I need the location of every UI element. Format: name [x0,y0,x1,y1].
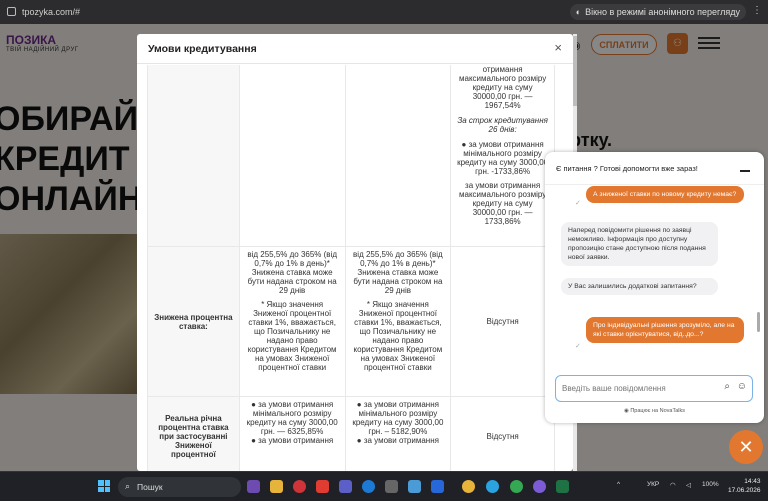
table-cell [147,65,240,247]
table-cell: отримання максимального розміру кредиту … [450,65,555,247]
dropbox-icon[interactable] [431,480,444,493]
cell-text: за умови отримання максимального розміру… [459,181,547,226]
chat-message: Про індивідуальні рішення зрозуміло, але… [586,317,744,343]
tray-chevron-icon[interactable]: ^ [617,481,620,488]
read-check-icon: ✓ [575,343,581,350]
browser-menu-icon[interactable]: ⋮ [752,5,762,16]
close-icon: ✕ [738,436,754,457]
scrollbar-thumb[interactable] [573,36,577,106]
cell-text: * Якщо значення Зниженої процентної став… [353,300,443,372]
novatalks-icon: ◉ [623,408,629,414]
battery-percent[interactable]: 100% [702,481,719,488]
credit-terms-modal: Умови кредитування × отримання максималь… [137,34,573,471]
table-cell: від 255,5% до 365% (від 0,7% до 1% в ден… [238,246,346,397]
table-cell: ● за умови отримання мінімального розмір… [344,396,452,471]
minimize-icon[interactable] [740,170,750,172]
attach-icon[interactable]: ⌕ [724,381,730,392]
cell-text: ● за умови отримання мінімального розмір… [457,140,549,176]
chat-header: Є питання ? Готові допомогти вже зараз! [545,152,764,185]
chat-message: А зниженої ставки по новому кредиту нема… [586,186,744,203]
volume-icon[interactable]: ◁ [686,481,691,489]
emoji-icon[interactable]: ☺ [737,381,747,392]
cell-text: ● за умови отримання мінімального розмір… [246,400,338,436]
viber-icon[interactable] [533,480,546,493]
clock[interactable]: 14:43 17.06.2026 [728,477,761,495]
date: 17.06.2026 [728,487,761,494]
chrome-icon[interactable] [462,480,475,493]
chat-input-box: ⌕ ☺ [555,375,753,402]
modal-body[interactable]: отримання максимального розміру кредиту … [137,65,573,471]
browser-address-bar: tpozyka.com/# ☆ ▭ ◐ Вікно в режимі аноні… [0,0,768,24]
powered-by[interactable]: ◉ Працює на NovaTalks [545,408,764,414]
modal-title: Умови кредитування [137,34,573,64]
message-input[interactable] [562,381,712,395]
app-icon[interactable] [408,480,421,493]
site-info-icon[interactable] [7,7,16,16]
incognito-icon: ◐ [575,7,582,17]
table-row: отримання максимального розміру кредиту … [147,65,555,247]
excel-icon[interactable] [556,480,569,493]
table-cell: Відсутня [450,246,555,397]
cell-text: ● за умови отримання [251,436,334,445]
table-row: Реальна річна процентна ставка при засто… [147,396,555,471]
time: 14:43 [744,478,761,485]
table-cell: від 255,5% до 365% (від 0,7% до 1% в ден… [344,246,452,397]
row-label: Реальна річна процентна ставка при засто… [147,396,240,471]
taskbar: ⌕ Пошук ^ УКР ◠ ◁ 100% 14:43 17.06.2026 [0,471,768,501]
cell-text: ● за умови отримання мінімального розмір… [352,400,444,436]
cell-text: від 255,5% до 365% (від 0,7% до 1% в ден… [247,250,337,295]
incognito-badge[interactable]: ◐ Вікно в режимі анонімного перегляду [569,4,746,20]
close-icon[interactable]: × [554,40,562,55]
terms-table: отримання максимального розміру кредиту … [147,65,555,471]
url-text[interactable]: tpozyka.com/# [22,7,80,17]
folder-icon[interactable] [270,480,283,493]
language-indicator[interactable]: УКР [647,481,659,488]
telegram-icon[interactable] [486,480,499,493]
windows-start-icon[interactable] [98,480,110,492]
chat-widget: Є питання ? Готові допомогти вже зараз! … [545,152,764,423]
app-icon[interactable] [339,480,352,493]
cell-text: * Якщо значення Зниженої процентної став… [247,300,337,372]
table-cell: ● за умови отримання мінімального розмір… [238,396,346,471]
chat-scrollbar[interactable] [757,312,760,332]
chat-message: Наперед повідомити рішення по заявці нем… [561,222,718,266]
wifi-icon[interactable]: ◠ [670,481,676,489]
powered-label: Працює на NovaTalks [630,408,686,414]
cell-text: від 255,5% до 365% (від 0,7% до 1% в ден… [353,250,443,295]
app-icon[interactable] [510,480,523,493]
table-cell [344,65,452,247]
cell-text: отримання максимального розміру кредиту … [459,65,547,110]
chat-close-button[interactable]: ✕ [729,430,763,464]
app-icon[interactable] [316,480,329,493]
search-label: Пошук [137,482,163,492]
row-label: Знижена процентна ставка: [147,246,240,397]
app-icon[interactable] [385,480,398,493]
opera-icon[interactable] [293,480,306,493]
read-check-icon: ✓ [575,200,581,207]
chat-message: У Вас залишились додаткові запитання? [561,278,718,295]
cell-text: За строк кредитування 26 днів: [457,116,548,134]
search-icon: ⌕ [125,481,131,491]
incognito-label: Вікно в режимі анонімного перегляду [585,7,740,17]
taskbar-search[interactable]: ⌕ Пошук [118,477,241,497]
edge-icon[interactable] [362,480,375,493]
table-cell [238,65,346,247]
table-cell: Відсутня [450,396,555,471]
app-icon[interactable] [247,480,260,493]
cell-text: ● за умови отримання [356,436,439,445]
table-row: Знижена процентна ставка: від 255,5% до … [147,246,555,397]
